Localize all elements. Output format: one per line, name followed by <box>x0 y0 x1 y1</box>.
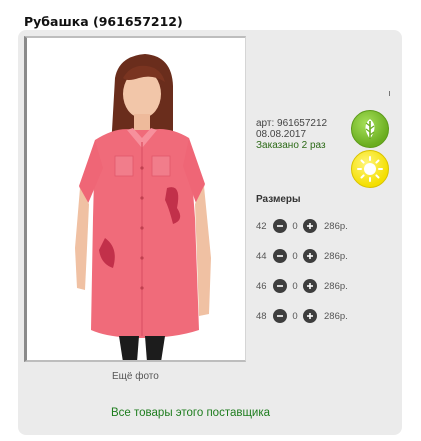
plus-icon[interactable] <box>303 279 317 293</box>
date-text: 08.08.2017 <box>256 129 307 140</box>
product-title: Рубашка (961657212) <box>24 14 183 29</box>
product-photo[interactable] <box>24 36 246 362</box>
size-label: 44 <box>256 250 267 262</box>
quantity-value: 0 <box>292 250 298 262</box>
size-row: 42 0 286р. <box>256 217 348 235</box>
size-label: 48 <box>256 310 267 322</box>
size-row: 46 0 286р. <box>256 277 348 295</box>
quantity-value: 0 <box>292 220 298 232</box>
leaf-icon <box>351 110 389 148</box>
plus-icon[interactable] <box>303 309 317 323</box>
minus-icon[interactable] <box>273 279 287 293</box>
size-row: 44 0 286р. <box>256 247 348 265</box>
size-label: 46 <box>256 280 267 292</box>
supplier-products-link[interactable]: Все товары этого поставщика <box>111 407 270 419</box>
model-in-shirt-image <box>27 38 245 360</box>
sun-icon <box>351 150 389 188</box>
plus-icon[interactable] <box>303 219 317 233</box>
sizes-heading: Размеры <box>256 194 301 205</box>
plus-icon[interactable] <box>303 249 317 263</box>
minus-icon[interactable] <box>273 249 287 263</box>
minus-icon[interactable] <box>273 219 287 233</box>
size-label: 42 <box>256 220 267 232</box>
price-text: 286р. <box>324 280 348 292</box>
price-text: 286р. <box>324 250 348 262</box>
size-row: 48 0 286р. <box>256 307 348 325</box>
price-text: 286р. <box>324 310 348 322</box>
sku-text: арт: 961657212 <box>256 118 328 129</box>
more-photos-link[interactable]: Ещё фото <box>112 371 159 382</box>
quantity-value: 0 <box>292 310 298 322</box>
price-text: 286р. <box>324 220 348 232</box>
minus-icon[interactable] <box>273 309 287 323</box>
quantity-value: 0 <box>292 280 298 292</box>
ordered-count-text: Заказано 2 раз <box>256 140 326 151</box>
divider-mark <box>389 91 390 96</box>
product-info: арт: 961657212 08.08.2017 Заказано 2 раз <box>256 118 327 151</box>
